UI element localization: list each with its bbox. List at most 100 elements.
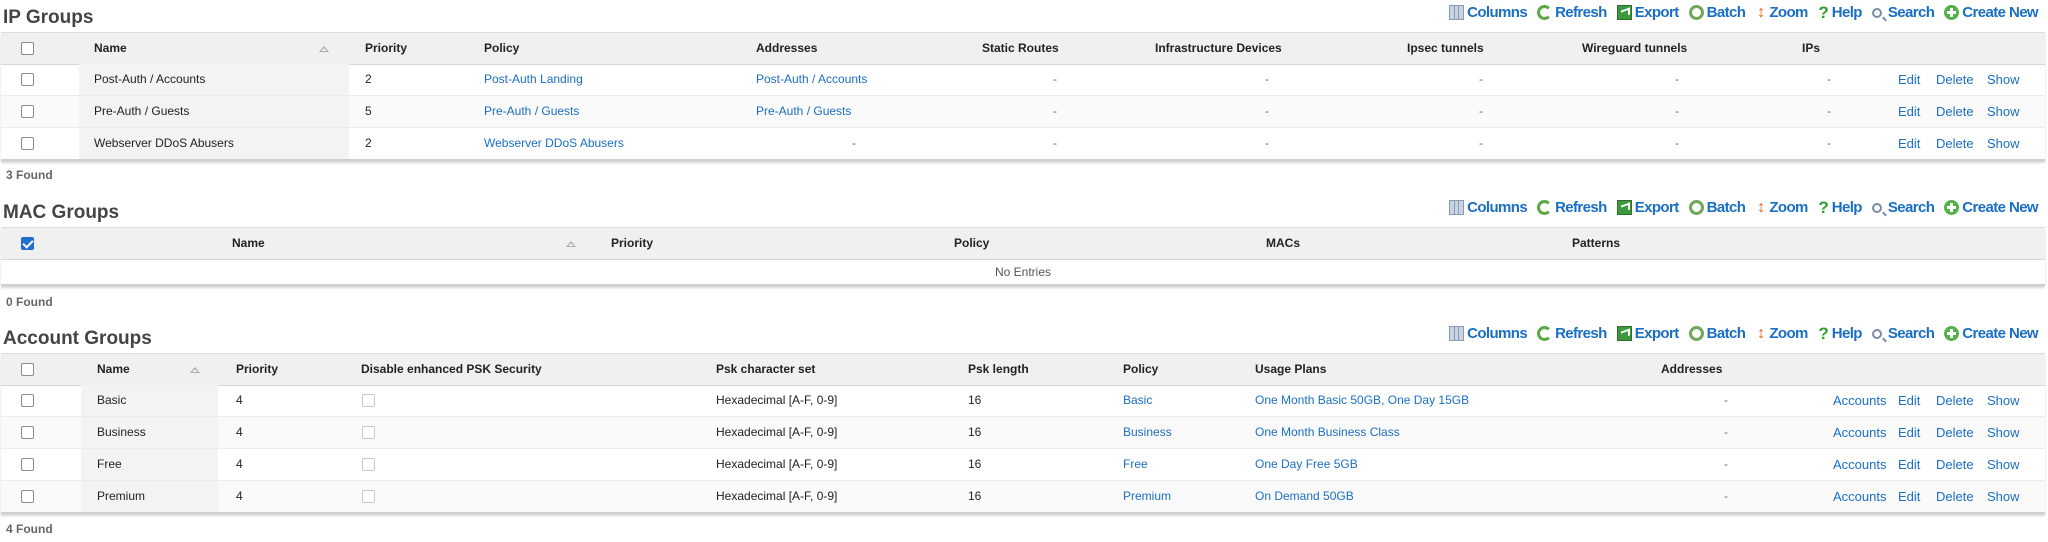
col-ipsec-tunnels[interactable]: Ipsec tunnels	[1407, 33, 1484, 64]
sort-ascending-icon[interactable]	[190, 367, 200, 373]
delete-link[interactable]: Delete	[1936, 481, 1974, 512]
delete-link[interactable]: Delete	[1936, 96, 1974, 127]
row-addresses-link[interactable]: Pre-Auth / Guests	[756, 96, 851, 127]
accounts-link[interactable]: Accounts	[1833, 417, 1886, 448]
refresh-button[interactable]: Refresh	[1537, 199, 1607, 216]
col-policy[interactable]: Policy	[954, 228, 989, 259]
zoom-button[interactable]: ↕ Zoom	[1755, 4, 1808, 21]
sort-ascending-icon[interactable]	[566, 241, 576, 247]
edit-link[interactable]: Edit	[1898, 417, 1920, 448]
select-all-checkbox[interactable]	[21, 363, 34, 376]
help-button[interactable]: ? Help	[1818, 199, 1862, 216]
col-name[interactable]: Name	[232, 228, 265, 259]
accounts-link[interactable]: Accounts	[1833, 449, 1886, 480]
row-addresses-link[interactable]: Post-Auth / Accounts	[756, 64, 867, 95]
col-macs[interactable]: MACs	[1266, 228, 1300, 259]
disable-psk-checkbox[interactable]	[362, 426, 375, 439]
col-addresses[interactable]: Addresses	[756, 33, 817, 64]
delete-link[interactable]: Delete	[1936, 449, 1974, 480]
zoom-button[interactable]: ↕ Zoom	[1755, 325, 1808, 342]
col-priority[interactable]: Priority	[365, 33, 407, 64]
row-usage-plans-link[interactable]: One Day Free 5GB	[1255, 449, 1358, 480]
create-new-button[interactable]: Create New	[1944, 199, 2039, 216]
delete-link[interactable]: Delete	[1936, 385, 1974, 416]
row-usage-plans-link[interactable]: One Month Basic 50GB, One Day 15GB	[1255, 385, 1469, 416]
col-static-routes[interactable]: Static Routes	[982, 33, 1059, 64]
refresh-button[interactable]: Refresh	[1537, 4, 1607, 21]
zoom-button[interactable]: ↕ Zoom	[1755, 199, 1808, 216]
row-checkbox[interactable]	[21, 490, 34, 503]
batch-button[interactable]: Batch	[1688, 4, 1746, 21]
col-name[interactable]: Name	[94, 33, 127, 64]
row-checkbox[interactable]	[21, 458, 34, 471]
col-policy[interactable]: Policy	[484, 33, 519, 64]
disable-psk-checkbox[interactable]	[362, 394, 375, 407]
columns-button[interactable]: Columns	[1449, 325, 1528, 342]
row-policy-link[interactable]: Business	[1123, 417, 1172, 448]
col-name[interactable]: Name	[97, 354, 130, 385]
col-disable-psk[interactable]: Disable enhanced PSK Security	[361, 354, 542, 385]
col-policy[interactable]: Policy	[1123, 354, 1158, 385]
col-addresses[interactable]: Addresses	[1661, 354, 1722, 385]
sort-ascending-icon[interactable]	[319, 46, 329, 52]
show-link[interactable]: Show	[1987, 449, 2020, 480]
col-priority[interactable]: Priority	[611, 228, 653, 259]
row-policy-link[interactable]: Webserver DDoS Abusers	[484, 128, 624, 159]
export-button[interactable]: Export	[1616, 4, 1679, 21]
row-policy-link[interactable]: Premium	[1123, 481, 1171, 512]
edit-link[interactable]: Edit	[1898, 385, 1920, 416]
export-button[interactable]: Export	[1616, 325, 1679, 342]
row-policy-link[interactable]: Basic	[1123, 385, 1152, 416]
show-link[interactable]: Show	[1987, 96, 2020, 127]
row-checkbox[interactable]	[21, 426, 34, 439]
row-checkbox[interactable]	[21, 137, 34, 150]
search-button[interactable]: Search	[1871, 199, 1935, 216]
disable-psk-checkbox[interactable]	[362, 458, 375, 471]
show-link[interactable]: Show	[1987, 481, 2020, 512]
row-usage-plans-link[interactable]: One Month Business Class	[1255, 417, 1400, 448]
col-infrastructure-devices[interactable]: Infrastructure Devices	[1155, 33, 1282, 64]
refresh-button[interactable]: Refresh	[1537, 325, 1607, 342]
delete-link[interactable]: Delete	[1936, 64, 1974, 95]
show-link[interactable]: Show	[1987, 128, 2020, 159]
row-checkbox[interactable]	[21, 73, 34, 86]
batch-button[interactable]: Batch	[1688, 325, 1746, 342]
show-link[interactable]: Show	[1987, 64, 2020, 95]
col-ips[interactable]: IPs	[1802, 33, 1820, 64]
show-link[interactable]: Show	[1987, 385, 2020, 416]
help-button[interactable]: ? Help	[1818, 4, 1862, 21]
disable-psk-checkbox[interactable]	[362, 490, 375, 503]
select-all-checkbox[interactable]	[21, 42, 34, 55]
row-policy-link[interactable]: Post-Auth Landing	[484, 64, 583, 95]
row-usage-plans-link[interactable]: On Demand 50GB	[1255, 481, 1354, 512]
col-psk-charset[interactable]: Psk character set	[716, 354, 815, 385]
help-button[interactable]: ? Help	[1818, 325, 1862, 342]
edit-link[interactable]: Edit	[1898, 128, 1920, 159]
edit-link[interactable]: Edit	[1898, 64, 1920, 95]
columns-button[interactable]: Columns	[1449, 199, 1528, 216]
edit-link[interactable]: Edit	[1898, 449, 1920, 480]
col-patterns[interactable]: Patterns	[1572, 228, 1620, 259]
edit-link[interactable]: Edit	[1898, 481, 1920, 512]
col-wireguard-tunnels[interactable]: Wireguard tunnels	[1582, 33, 1687, 64]
export-button[interactable]: Export	[1616, 199, 1679, 216]
edit-link[interactable]: Edit	[1898, 96, 1920, 127]
search-button[interactable]: Search	[1871, 325, 1935, 342]
row-policy-link[interactable]: Free	[1123, 449, 1148, 480]
row-policy-link[interactable]: Pre-Auth / Guests	[484, 96, 579, 127]
row-checkbox[interactable]	[21, 394, 34, 407]
columns-button[interactable]: Columns	[1449, 4, 1528, 21]
row-checkbox[interactable]	[21, 105, 34, 118]
create-new-button[interactable]: Create New	[1944, 325, 2039, 342]
accounts-link[interactable]: Accounts	[1833, 385, 1886, 416]
accounts-link[interactable]: Accounts	[1833, 481, 1886, 512]
delete-link[interactable]: Delete	[1936, 417, 1974, 448]
col-usage-plans[interactable]: Usage Plans	[1255, 354, 1326, 385]
col-psk-length[interactable]: Psk length	[968, 354, 1029, 385]
col-priority[interactable]: Priority	[236, 354, 278, 385]
batch-button[interactable]: Batch	[1688, 199, 1746, 216]
search-button[interactable]: Search	[1871, 4, 1935, 21]
delete-link[interactable]: Delete	[1936, 128, 1974, 159]
show-link[interactable]: Show	[1987, 417, 2020, 448]
select-all-checkbox[interactable]	[21, 237, 34, 250]
